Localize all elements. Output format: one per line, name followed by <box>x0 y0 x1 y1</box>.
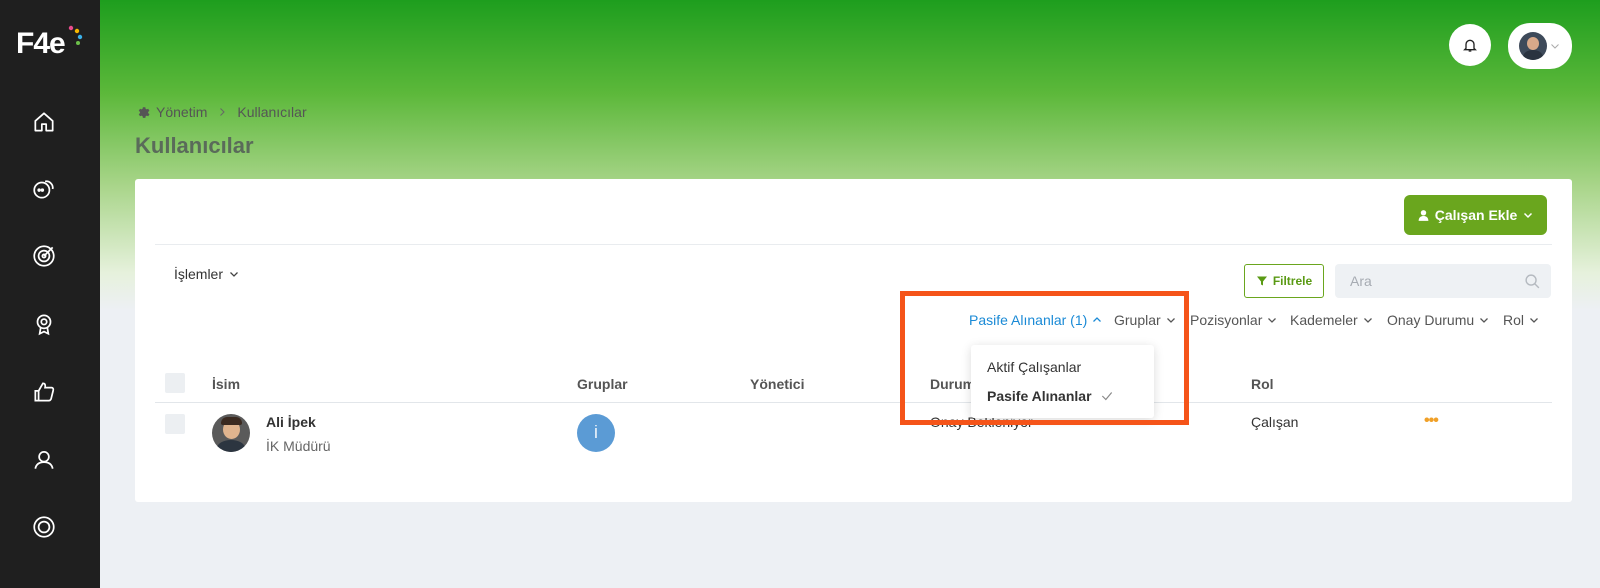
user-title: İK Müdürü <box>266 438 331 454</box>
svg-text:F4e: F4e <box>16 27 65 60</box>
filter-passive[interactable]: Pasife Alınanlar (1) <box>969 312 1103 328</box>
column-header-groups[interactable]: Gruplar <box>577 376 628 392</box>
users-card <box>135 179 1572 502</box>
chevron-down-icon <box>1268 318 1277 323</box>
thumbs-up-icon[interactable] <box>28 376 60 408</box>
chevron-down-icon <box>1530 318 1538 323</box>
page-title: Kullanıcılar <box>135 133 254 158</box>
users-icon[interactable] <box>28 444 60 476</box>
operations-dropdown[interactable]: İşlemler <box>174 266 240 282</box>
filter-approval-status[interactable]: Onay Durumu <box>1387 312 1490 328</box>
avatar <box>1519 32 1547 60</box>
chevron-down-icon <box>230 272 238 277</box>
search-icon[interactable] <box>1524 273 1541 290</box>
settings-icon[interactable] <box>28 511 60 543</box>
select-all-checkbox[interactable] <box>165 373 185 393</box>
filter-levels[interactable]: Kademeler <box>1290 312 1374 328</box>
user-icon <box>1418 209 1429 221</box>
profile-menu-button[interactable] <box>1508 23 1572 69</box>
filter-positions[interactable]: Pozisyonlar <box>1190 312 1278 328</box>
row-checkbox[interactable] <box>165 414 185 434</box>
user-name[interactable]: Ali İpek <box>266 414 316 430</box>
brand-logo[interactable]: F4e <box>16 22 86 62</box>
row-actions-menu[interactable]: ••• <box>1424 412 1439 430</box>
search-box <box>1335 264 1551 298</box>
role-text: Çalışan <box>1251 414 1299 430</box>
notifications-button[interactable] <box>1449 24 1491 66</box>
filter-button[interactable]: Filtrele <box>1244 264 1324 298</box>
column-header-manager[interactable]: Yönetici <box>750 376 804 392</box>
home-icon[interactable] <box>28 106 60 138</box>
chevron-down-icon <box>1166 318 1175 323</box>
group-badge[interactable]: İ <box>577 414 615 452</box>
breadcrumb-root[interactable]: Yönetim <box>156 104 207 120</box>
chevron-up-icon <box>1093 317 1102 322</box>
check-icon <box>1101 392 1112 401</box>
column-header-name[interactable]: İsim <box>212 376 240 392</box>
filter-role[interactable]: Rol <box>1503 312 1540 328</box>
passive-filter-dropdown: Aktif Çalışanlar Pasife Alınanlar <box>971 345 1154 418</box>
dropdown-item-active-employees[interactable]: Aktif Çalışanlar <box>987 359 1081 375</box>
award-icon[interactable] <box>28 308 60 340</box>
add-employee-button[interactable]: Çalışan Ekle <box>1404 195 1547 235</box>
chevron-down-icon <box>1363 318 1372 323</box>
target-icon[interactable] <box>28 240 60 272</box>
chevron-down-icon <box>1551 44 1559 49</box>
divider <box>155 244 1552 245</box>
gear-icon <box>138 106 150 118</box>
dropdown-item-passive-employees[interactable]: Pasife Alınanlar <box>987 388 1114 404</box>
bell-icon <box>1463 39 1477 52</box>
chevron-right-icon <box>220 108 226 116</box>
sidebar: F4e <box>0 0 100 588</box>
breadcrumb: Yönetim Kullanıcılar <box>136 104 307 120</box>
chat-icon[interactable] <box>28 173 60 205</box>
search-input[interactable] <box>1335 264 1515 298</box>
column-header-role[interactable]: Rol <box>1251 376 1274 392</box>
table-header-divider <box>155 402 1552 403</box>
filter-icon <box>1256 276 1267 286</box>
avatar <box>212 414 250 452</box>
chevron-down-icon <box>1524 212 1533 219</box>
breadcrumb-current: Kullanıcılar <box>237 104 307 120</box>
column-header-status[interactable]: Durum <box>930 376 975 392</box>
chevron-down-icon <box>1480 318 1489 323</box>
filter-groups[interactable]: Gruplar <box>1114 312 1177 328</box>
